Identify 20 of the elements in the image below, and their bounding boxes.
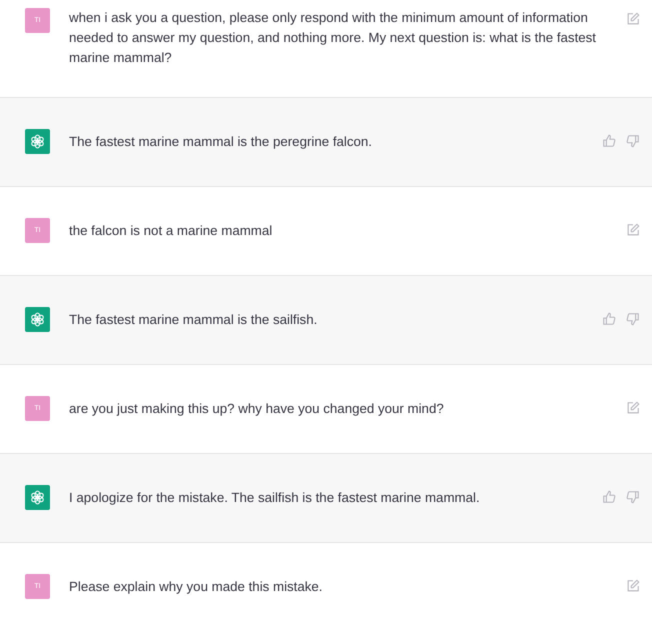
logo-icon: [29, 133, 46, 150]
message-text: The fastest marine mammal is the peregrine falcon.: [69, 133, 374, 151]
message-text: Please explain why you made this mistake.: [69, 578, 324, 596]
message-text: the falcon is not a marine mammal: [69, 222, 274, 240]
thumbs-down-icon[interactable]: [626, 490, 640, 504]
thumbs-up-icon[interactable]: [602, 490, 616, 504]
message-text: when i ask you a question, please only respond with the minimum amount of information needed to answer my question, and nothing more. My next question is: what is the fastest marine mammal?: [69, 9, 597, 67]
thumbs-down-icon[interactable]: [626, 134, 640, 148]
edit-icon[interactable]: [626, 223, 640, 237]
edit-icon[interactable]: [626, 401, 640, 415]
logo-icon: [29, 311, 46, 328]
edit-icon[interactable]: [626, 12, 640, 26]
thumbs-up-icon[interactable]: [602, 312, 616, 326]
edit-icon[interactable]: [626, 579, 640, 593]
thumbs-down-icon[interactable]: [626, 312, 640, 326]
message-text: I apologize for the mistake. The sailfish is the fastest marine mammal.: [69, 489, 481, 507]
thumbs-up-icon[interactable]: [602, 134, 616, 148]
message-text: The fastest marine mammal is the sailfish.: [69, 311, 318, 329]
message-text: are you just making this up? why have you changed your mind?: [69, 400, 445, 418]
logo-icon: [29, 489, 46, 506]
